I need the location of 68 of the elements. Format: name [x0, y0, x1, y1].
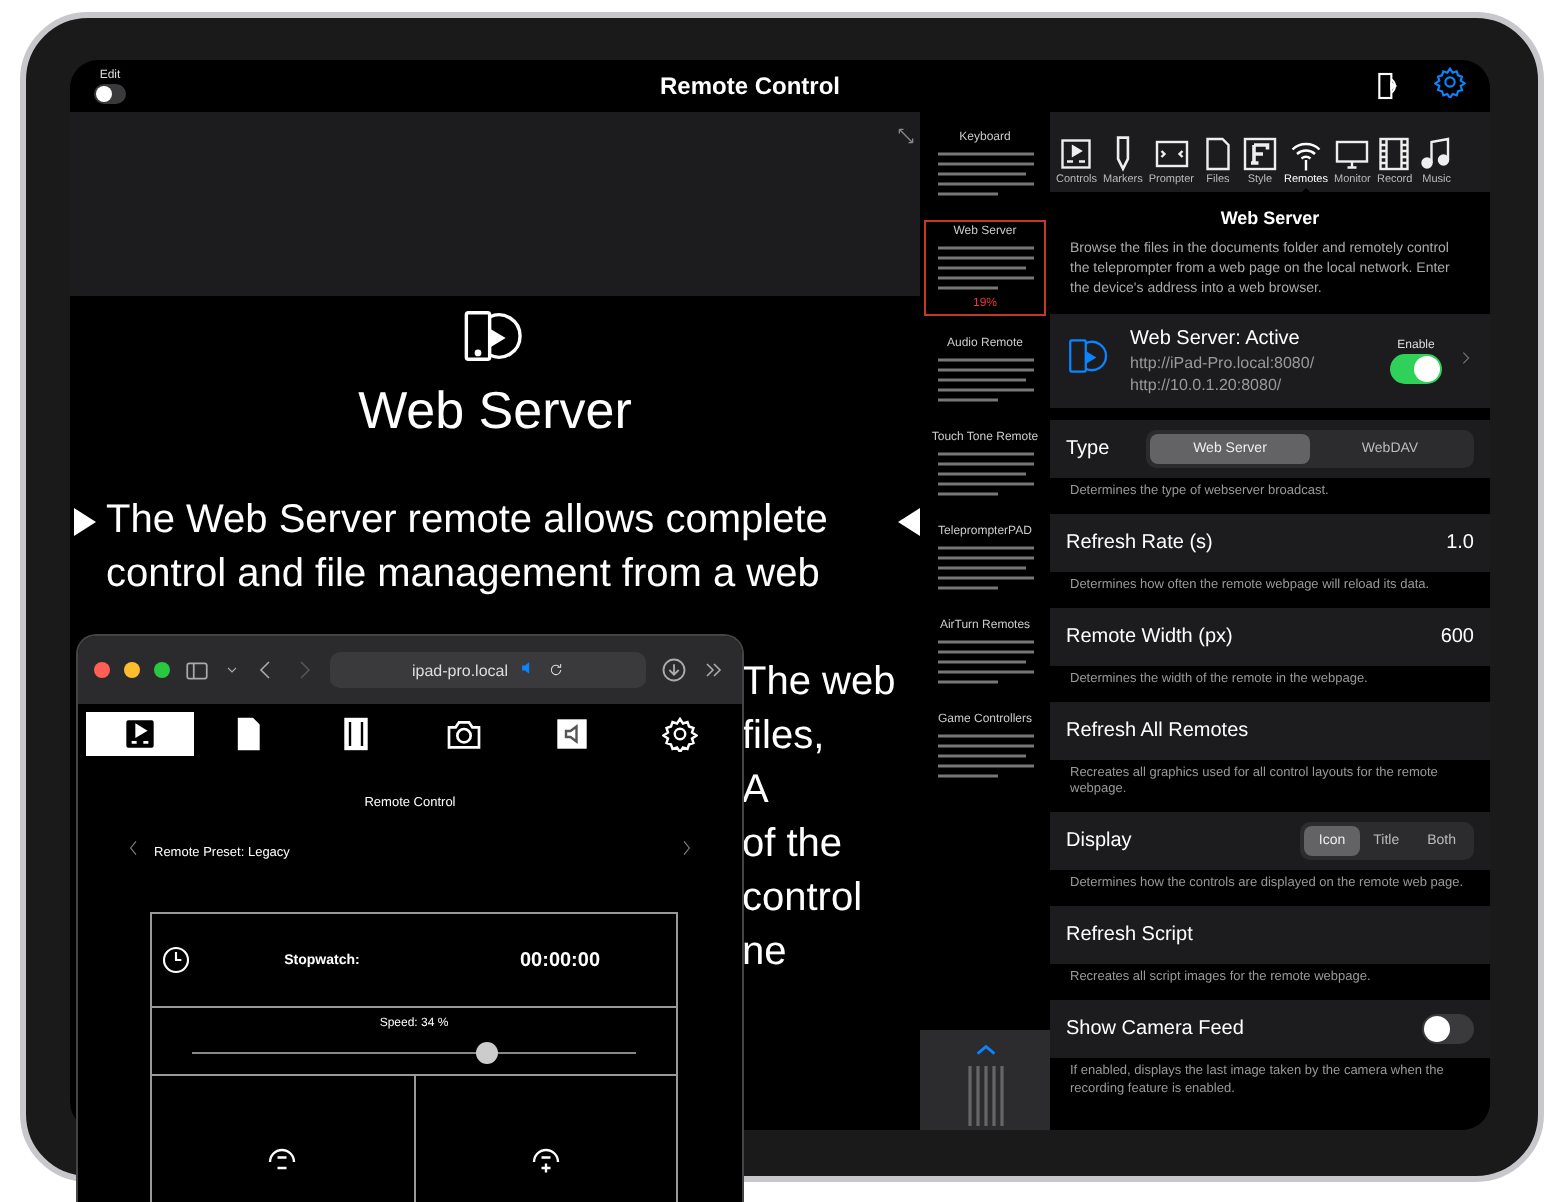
music-note-icon	[1418, 136, 1455, 172]
enable-toggle[interactable]	[1390, 353, 1442, 384]
setting-label: Remote Width (px)	[1066, 625, 1235, 648]
camera-feed-toggle[interactable]	[1422, 1013, 1474, 1044]
left-pointer-icon	[74, 508, 96, 536]
setting-value: 600	[1440, 625, 1474, 648]
scroll-handle[interactable]	[920, 1030, 1050, 1130]
zoom-button[interactable]	[154, 662, 170, 678]
settings-row[interactable]: Remote Width (px) 600	[1050, 607, 1490, 666]
text-lines-drawing	[937, 150, 1033, 198]
expand-icon	[896, 126, 916, 146]
setting-label: Show Camera Feed	[1066, 1017, 1246, 1040]
settings-row[interactable]: Refresh Rate (s) 1.0	[1050, 514, 1490, 573]
play-panel-icon	[1058, 136, 1095, 172]
setting-value: 1.0	[1446, 532, 1474, 555]
setting-label: Refresh Rate (s)	[1066, 532, 1215, 555]
more-icon	[702, 658, 726, 682]
server-status: Web Server: Active	[1130, 328, 1302, 351]
prompter-text-fragment: of the	[742, 820, 843, 870]
close-button[interactable]	[94, 662, 110, 678]
download-icon	[660, 656, 688, 684]
font-box-icon	[1241, 136, 1278, 172]
text-lines-drawing	[937, 544, 1033, 592]
settings-row[interactable]: Show Camera Feed	[1050, 999, 1490, 1058]
prompter-text-fragment: A	[742, 766, 769, 816]
speaker-icon	[554, 716, 590, 752]
play-panel-icon	[120, 714, 160, 754]
grip-icon	[965, 1066, 1005, 1126]
stopwatch-time: 00:00:00	[517, 949, 603, 971]
monitor-icon	[1334, 136, 1371, 172]
window-title: Remote Control	[658, 72, 842, 100]
setting-label: Type	[1066, 438, 1112, 461]
text-lines-drawing	[937, 356, 1033, 404]
frame-icon	[1153, 136, 1190, 172]
reload-icon	[548, 662, 565, 678]
settings-icon	[662, 716, 698, 752]
prompter-text-fragment: control	[742, 874, 863, 924]
settings-icon	[1434, 65, 1466, 97]
setting-label: Refresh All Remotes	[1066, 719, 1251, 742]
text-lines-drawing	[937, 244, 1033, 292]
minimize-button[interactable]	[124, 662, 140, 678]
prompter-text-line: The Web Server remote allows complete	[106, 496, 830, 546]
settings-row[interactable]: Refresh All Remotes	[1050, 701, 1490, 760]
slider-thumb[interactable]	[475, 1042, 498, 1064]
prompter-text-line: control and file management from a web	[106, 550, 822, 600]
setting-label: Refresh Script	[1066, 923, 1195, 946]
address-field[interactable]: ipad-pro.local	[330, 652, 646, 688]
edit-toggle[interactable]	[94, 83, 126, 103]
prompter-text-fragment: The web	[742, 658, 896, 708]
film-strip-icon	[1376, 136, 1413, 172]
prompter-text-fragment: ne	[742, 928, 787, 978]
server-url: http://iPad-Pro.local:8080/	[1130, 354, 1317, 373]
remote-tab[interactable]	[86, 712, 194, 756]
text-lines-drawing	[937, 638, 1033, 686]
setting-label: Display	[1066, 830, 1134, 853]
text-lines-drawing	[937, 732, 1033, 780]
prompter-text-fragment: files,	[742, 712, 825, 762]
settings-row[interactable]: Refresh Script	[1050, 905, 1490, 964]
film-strip-icon	[338, 716, 374, 752]
clock-icon	[160, 944, 192, 976]
chevron-right-icon	[1458, 348, 1474, 369]
chevron-down-icon	[224, 662, 240, 678]
server-url: http://10.0.1.20:8080/	[1130, 376, 1284, 395]
settings-title: Web Server	[1218, 206, 1322, 232]
text-lines-drawing	[937, 450, 1033, 498]
prompter-title: Web Server	[358, 380, 632, 442]
pen-icon	[1115, 136, 1130, 172]
sidebar-icon	[184, 657, 210, 683]
